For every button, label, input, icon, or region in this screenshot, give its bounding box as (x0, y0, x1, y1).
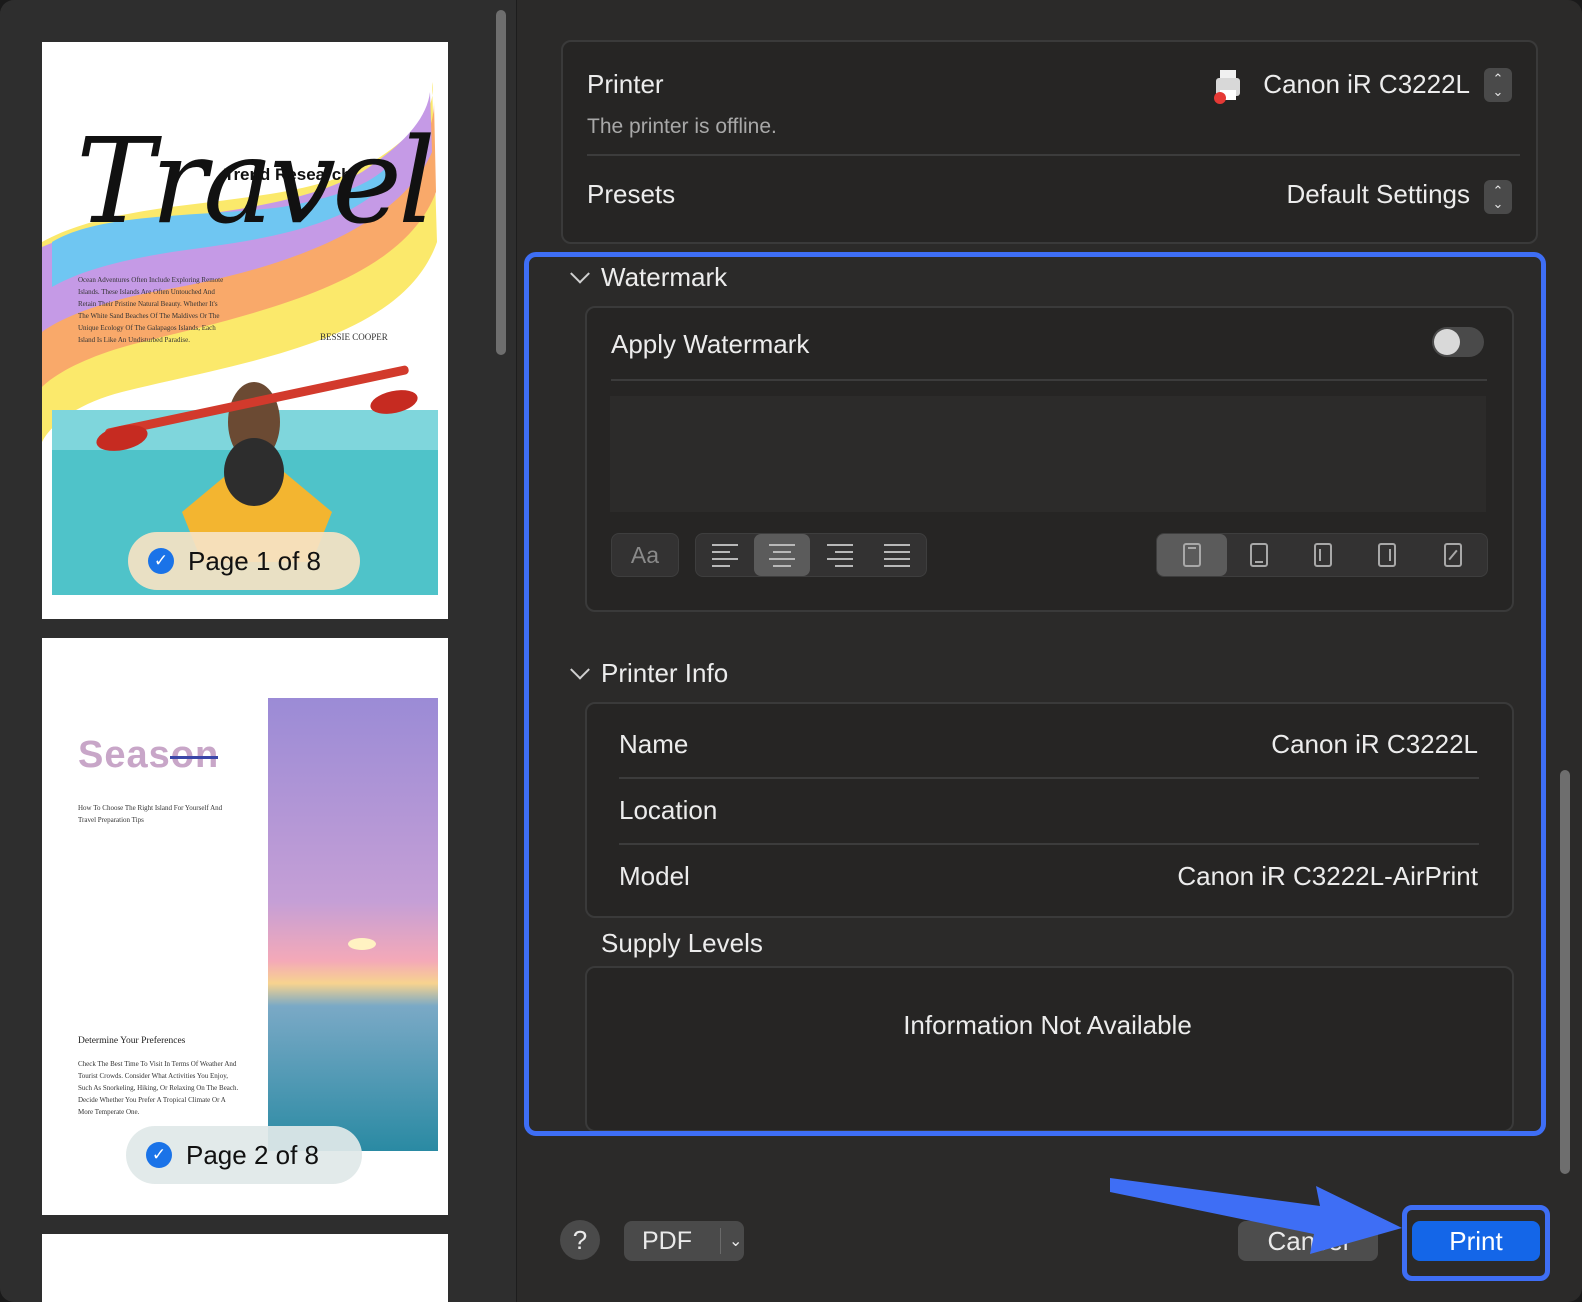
page-thumbnail-2[interactable]: Season How To Choose The Right Island Fo… (42, 638, 448, 1215)
settings-highlight-box (524, 252, 1546, 1136)
season-underline (170, 756, 218, 759)
printer-status: The printer is offline. (587, 115, 777, 138)
printer-select[interactable]: Canon iR C3222L (1230, 69, 1470, 100)
page-2-badge[interactable]: ✓ Page 2 of 8 (126, 1126, 362, 1184)
thumbnails-scrollbar[interactable] (494, 6, 508, 1296)
page-2-label: Page 2 of 8 (186, 1139, 319, 1170)
pdf-separator (720, 1228, 721, 1254)
page-1-badge[interactable]: ✓ Page 1 of 8 (128, 532, 360, 590)
help-button[interactable]: ? (560, 1220, 600, 1260)
page-thumbnails-sidebar[interactable]: Travel Trend Research Ocean Adventures O… (0, 0, 517, 1302)
page2-body-text: Check The Best Time To Visit In Terms Of… (78, 1060, 239, 1116)
page-thumbnail-1[interactable]: Travel Trend Research Ocean Adventures O… (42, 42, 448, 619)
presets-stepper-icon[interactable]: ⌃ ⌄ (1484, 180, 1512, 214)
page2-heading: Determine Your Preferences (78, 1036, 186, 1046)
page2-intro-text: How To Choose The Right Island For Yours… (78, 804, 223, 824)
chevron-down-icon: ⌄ (729, 1233, 743, 1250)
print-button[interactable]: Print (1412, 1221, 1540, 1261)
trend-research-subtitle: Trend Research (224, 165, 352, 184)
scrollbar-thumb[interactable] (496, 10, 506, 355)
checkmark-icon: ✓ (148, 548, 174, 574)
page-thumbnail-3[interactable] (42, 1234, 448, 1302)
settings-scrollbar[interactable] (1560, 770, 1570, 1174)
presets-select[interactable]: Default Settings (1200, 179, 1470, 210)
page1-body-text: Ocean Adventures Often Include Exploring… (78, 276, 224, 344)
pdf-menu-button[interactable]: PDF ⌄ (624, 1221, 744, 1261)
presets-label: Presets (587, 179, 676, 209)
checkmark-icon: ✓ (146, 1142, 172, 1168)
page-1-label: Page 1 of 8 (188, 545, 321, 576)
print-dialog: Travel Trend Research Ocean Adventures O… (0, 0, 1582, 1302)
pdf-label: PDF (642, 1226, 692, 1255)
printer-label: Printer (587, 69, 664, 99)
printer-stepper-icon[interactable]: ⌃ ⌄ (1484, 68, 1512, 102)
annotation-arrow-icon (1110, 1178, 1402, 1254)
printer-divider (587, 154, 1520, 156)
page1-author: BESSIE COOPER (320, 332, 388, 342)
